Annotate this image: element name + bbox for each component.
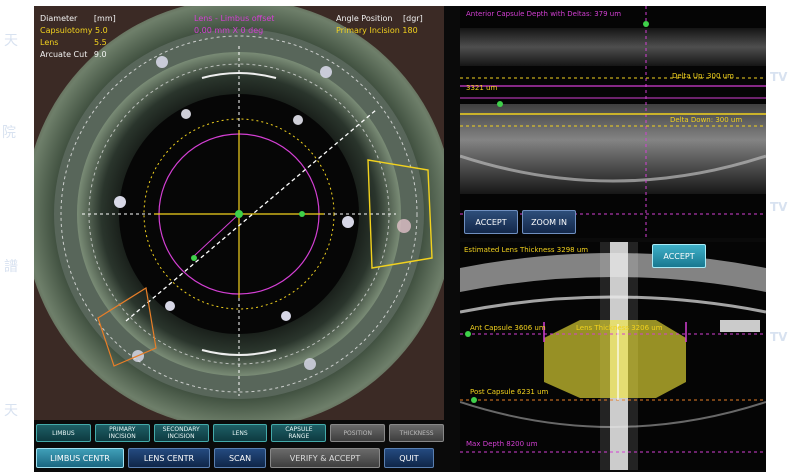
watermark-glyph: TV xyxy=(770,70,788,84)
lens-button[interactable]: LENS xyxy=(212,424,268,442)
scan-button[interactable]: SCAN xyxy=(214,448,266,468)
zoom-in-button[interactable]: ZOOM IN xyxy=(522,210,576,234)
lens-value: 5.5 xyxy=(94,38,107,47)
post-capsule-label: Post Capsule 6231 um xyxy=(470,388,549,396)
position-button[interactable]: POSITION xyxy=(330,424,386,442)
quit-button[interactable]: QUIT xyxy=(384,448,434,468)
arcuate-cut: Arcuate Cut 9.0 xyxy=(40,50,107,60)
angle-position-label: Angle Position [dgr] xyxy=(336,14,423,24)
anterior-capsule-depth-title: Anterior Capsule Depth with Deltas: 379 … xyxy=(466,10,622,18)
capsulotomy-value: Capsulotomy 5.0 xyxy=(40,26,108,35)
lens-thickness-label: Lens Thickness 3206 um xyxy=(576,324,663,332)
lens-limbus-offset-value: 0.00 mm X 0 deg xyxy=(194,26,264,35)
lens-thickness-panel[interactable]: Estimated Lens Thickness 3298 um ACCEPT … xyxy=(460,242,766,470)
eye-image xyxy=(34,6,444,420)
lens-centr-button[interactable]: LENS CENTR xyxy=(128,448,210,468)
diameter-unit: [mm] xyxy=(93,14,116,23)
delta-up-label: Delta Up: 300 um xyxy=(672,72,734,80)
anterior-oct-panel[interactable]: Anterior Capsule Depth with Deltas: 379 … xyxy=(460,6,766,238)
watermark-glyph: 天 xyxy=(4,33,18,49)
lens-label: Lens xyxy=(40,38,59,47)
accept-lens-button[interactable]: ACCEPT xyxy=(652,244,706,268)
watermark-glyph: TV xyxy=(770,200,788,214)
delta-down-label: Delta Down: 300 um xyxy=(670,116,743,124)
eye-microscope-view[interactable] xyxy=(34,6,444,420)
primary-incision-button[interactable]: PRIMARY INCISION xyxy=(94,424,150,442)
primary-incision-angle: Primary Incision 180 xyxy=(336,26,418,35)
estimated-lens-thickness-title: Estimated Lens Thickness 3298 um xyxy=(464,246,589,254)
max-depth-label: Max Depth 8200 um xyxy=(466,440,538,448)
watermark-glyph: TV xyxy=(770,330,788,344)
watermark-glyph: 譜 xyxy=(4,259,18,275)
limbus-button[interactable]: LIMBUS xyxy=(36,424,91,442)
lens-diameter: Lens 5.5 xyxy=(40,38,107,48)
angle-unit: [dgr] xyxy=(403,14,423,23)
ant-capsule-label: Ant Capsule 3606 um xyxy=(470,324,546,332)
watermark-glyph: 院 xyxy=(2,125,16,141)
angle-label: Angle Position xyxy=(336,14,393,23)
watermark-glyph: 天 xyxy=(4,403,18,419)
verify-accept-button[interactable]: VERIFY & ACCEPT xyxy=(270,448,380,468)
limbus-centr-button[interactable]: LIMBUS CENTR xyxy=(36,448,124,468)
lens-limbus-offset-title: Lens - Limbus offset xyxy=(194,14,275,23)
treatment-step-toolbar: LIMBUS PRIMARY INCISION SECONDARY INCISI… xyxy=(36,424,445,442)
accept-anterior-button[interactable]: ACCEPT xyxy=(464,210,518,234)
thickness-button[interactable]: THICKNESS xyxy=(389,424,445,442)
secondary-incision-button[interactable]: SECONDARY INCISION xyxy=(153,424,209,442)
diameter-text: Diameter xyxy=(40,14,78,23)
action-toolbar: LIMBUS CENTR LENS CENTR SCAN VERIFY & AC… xyxy=(36,448,444,468)
arcuate-label: Arcuate Cut xyxy=(40,50,88,59)
depth-marker-3321: 3321 um xyxy=(466,84,498,92)
diameter-label: Diameter [mm] xyxy=(40,14,116,24)
arcuate-value: 9.0 xyxy=(93,50,107,59)
lens-oct-scan xyxy=(460,242,766,470)
capsule-range-button[interactable]: CAPSULE RANGE xyxy=(271,424,327,442)
